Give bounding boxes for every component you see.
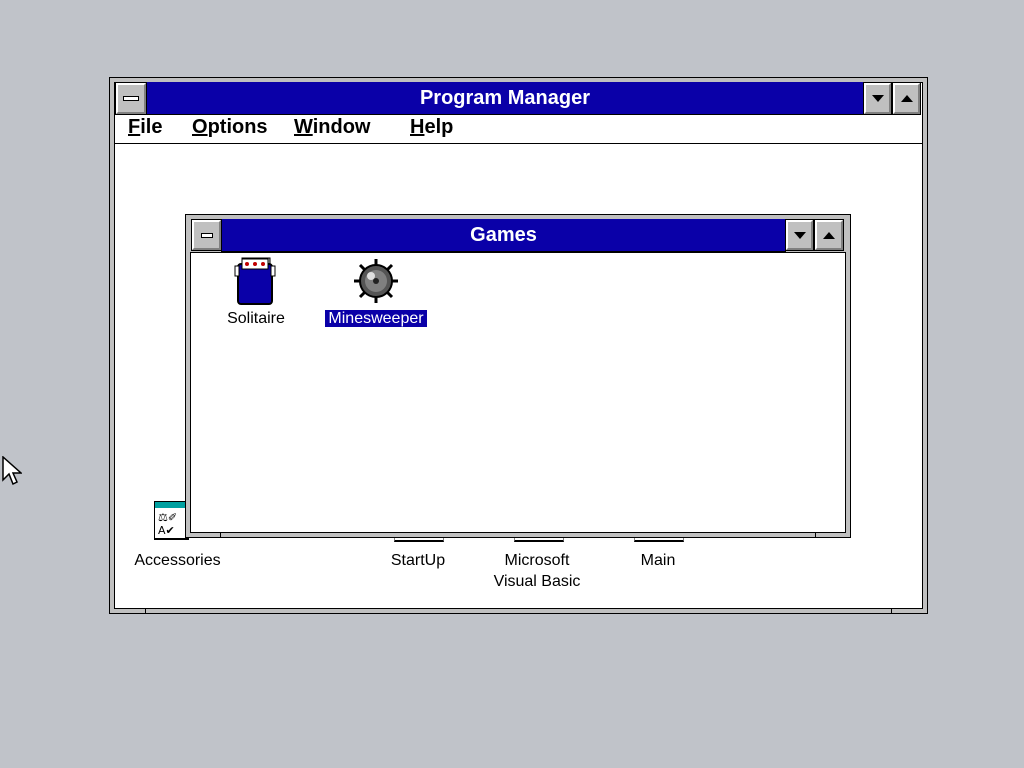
frame-corner-mark-right [891, 609, 892, 613]
visual-basic-label-line2: Visual Basic [493, 573, 581, 590]
minimize-icon [871, 95, 884, 102]
menu-options-label: ptions [207, 116, 268, 138]
games-titlebar[interactable]: Games [221, 219, 786, 252]
maximize-icon [823, 231, 835, 239]
games-title: Games [470, 224, 537, 246]
solitaire-icon[interactable] [234, 256, 278, 306]
games-window: Games Solitaire Minesweeper [185, 214, 851, 538]
minesweeper-label[interactable]: Minesweeper [320, 308, 432, 329]
maximize-icon [900, 95, 913, 102]
program-manager-title: Program Manager [419, 87, 591, 109]
games-minimize-button[interactable] [785, 219, 814, 251]
menu-file-mnemonic: F [128, 116, 141, 138]
arrow-cursor-icon [2, 455, 23, 486]
games-control-menu-button[interactable] [191, 219, 222, 251]
mine-icon [354, 259, 398, 303]
visual-basic-group-label[interactable]: Microsoft Visual Basic [482, 550, 592, 592]
svg-text:⚖✐: ⚖✐ [158, 511, 177, 524]
visual-basic-label-line1: Microsoft [504, 552, 570, 569]
menu-file-label: ile [140, 116, 163, 138]
frame-corner-mark-left [220, 533, 221, 537]
menu-help-mnemonic: H [410, 116, 425, 138]
program-manager-titlebar[interactable]: Program Manager [146, 82, 864, 115]
mouse-cursor [2, 455, 23, 488]
menu-options-mnemonic: O [192, 116, 208, 138]
solitaire-cards-icon [234, 257, 276, 305]
frame-corner-mark-left [145, 609, 146, 613]
menu-file[interactable]: File [128, 116, 162, 139]
games-maximize-button[interactable] [814, 219, 844, 251]
games-client [190, 252, 846, 533]
control-menu-icon [123, 96, 139, 101]
menu-help[interactable]: Help [410, 116, 453, 139]
program-manager-minimize-button[interactable] [863, 82, 892, 115]
accessories-group-label[interactable]: Accessories [129, 550, 226, 571]
menu-window-mnemonic: W [294, 116, 313, 138]
minesweeper-icon[interactable] [352, 257, 400, 305]
svg-text:A✔: A✔ [158, 524, 175, 537]
program-manager-maximize-button[interactable] [892, 82, 921, 115]
minimize-icon [793, 231, 806, 239]
startup-group-label[interactable]: StartUp [368, 550, 468, 571]
solitaire-label[interactable]: Solitaire [206, 308, 306, 329]
menu-window-label: indow [312, 116, 371, 138]
control-menu-icon [200, 232, 213, 238]
program-manager-menubar: File Options Window Help [115, 115, 922, 144]
program-manager-control-menu-button[interactable] [115, 82, 147, 115]
frame-corner-mark-right [815, 533, 816, 537]
minesweeper-label-text: Minesweeper [325, 310, 427, 327]
menu-window[interactable]: Window [294, 116, 370, 139]
main-group-label[interactable]: Main [608, 550, 708, 571]
menu-options[interactable]: Options [192, 116, 268, 139]
menu-help-label: elp [424, 116, 454, 138]
